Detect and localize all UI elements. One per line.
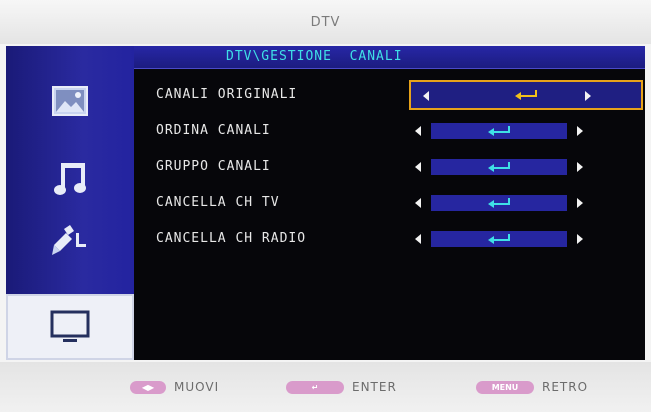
arrow-right-icon[interactable] — [577, 198, 583, 208]
arrow-left-icon[interactable] — [415, 234, 421, 244]
menu-item-value[interactable] — [409, 80, 643, 110]
hint-back-label: RETRO — [542, 380, 589, 394]
window-title-bar: DTV — [0, 0, 651, 44]
menu-item-label: GRUPPO CANALI — [156, 159, 271, 174]
value-bar — [431, 195, 567, 211]
enter-arrow-icon — [488, 126, 510, 136]
value-bar — [431, 123, 567, 139]
setup-pen-icon — [52, 225, 86, 255]
arrow-left-icon[interactable] — [423, 91, 429, 101]
hint-move: ◀▶ MUOVI — [130, 377, 219, 397]
music-note-icon — [54, 163, 86, 195]
picture-icon — [52, 86, 88, 116]
sidebar-item-picture[interactable] — [6, 68, 134, 134]
move-key-badge: ◀▶ — [130, 380, 166, 394]
hint-move-label: MUOVI — [174, 380, 220, 394]
enter-arrow-icon — [488, 234, 510, 244]
arrow-left-icon[interactable] — [415, 126, 421, 136]
enter-arrow-icon — [488, 162, 510, 172]
breadcrumb: DTV\GESTIONE CANALI — [226, 49, 403, 64]
menu-item-gruppo-canali[interactable]: GRUPPO CANALI — [134, 153, 645, 181]
arrow-right-icon[interactable] — [577, 234, 583, 244]
menu-item-canali-originali[interactable]: CANALI ORIGINALI — [134, 80, 645, 110]
sidebar — [6, 46, 134, 360]
menu-item-value[interactable] — [409, 228, 589, 250]
menu-item-label: CANALI ORIGINALI — [156, 87, 298, 102]
tv-icon — [50, 310, 90, 342]
arrow-right-icon[interactable] — [577, 126, 583, 136]
menu-item-cancella-ch-tv[interactable]: CANCELLA CH TV — [134, 189, 645, 217]
enter-arrow-icon — [488, 198, 510, 208]
arrow-right-icon[interactable] — [577, 162, 583, 172]
sidebar-item-setup[interactable] — [6, 208, 134, 274]
menu-item-label: ORDINA CANALI — [156, 123, 271, 138]
menu-item-value[interactable] — [409, 156, 589, 178]
value-bar — [431, 231, 567, 247]
arrow-left-icon[interactable] — [415, 198, 421, 208]
enter-key-badge: ↵ — [286, 380, 344, 394]
sidebar-item-music[interactable] — [6, 146, 134, 212]
menu-item-label: CANCELLA CH RADIO — [156, 231, 307, 246]
value-bar — [431, 159, 567, 175]
hint-enter: ↵ ENTER — [286, 377, 397, 397]
arrow-left-icon[interactable] — [415, 162, 421, 172]
menu-item-cancella-ch-radio[interactable]: CANCELLA CH RADIO — [134, 225, 645, 253]
arrow-right-icon[interactable] — [585, 91, 591, 101]
menu-item-value[interactable] — [409, 120, 589, 142]
menu-item-value[interactable] — [409, 192, 589, 214]
osd-screen: DTV\GESTIONE CANALI CANALI ORIGINALI ORD… — [6, 46, 645, 360]
hint-enter-label: ENTER — [352, 380, 397, 394]
menu-item-label: CANCELLA CH TV — [156, 195, 280, 210]
hint-bar: ◀▶ MUOVI ↵ ENTER MENU RETRO — [0, 362, 651, 412]
menu-key-badge: MENU — [476, 380, 534, 394]
enter-arrow-icon — [515, 90, 537, 100]
hint-back: MENU RETRO — [476, 377, 588, 397]
window-title: DTV — [310, 14, 341, 30]
breadcrumb-bar: DTV\GESTIONE CANALI — [134, 46, 645, 69]
sidebar-item-tv[interactable] — [6, 294, 134, 360]
menu-item-ordina-canali[interactable]: ORDINA CANALI — [134, 117, 645, 145]
